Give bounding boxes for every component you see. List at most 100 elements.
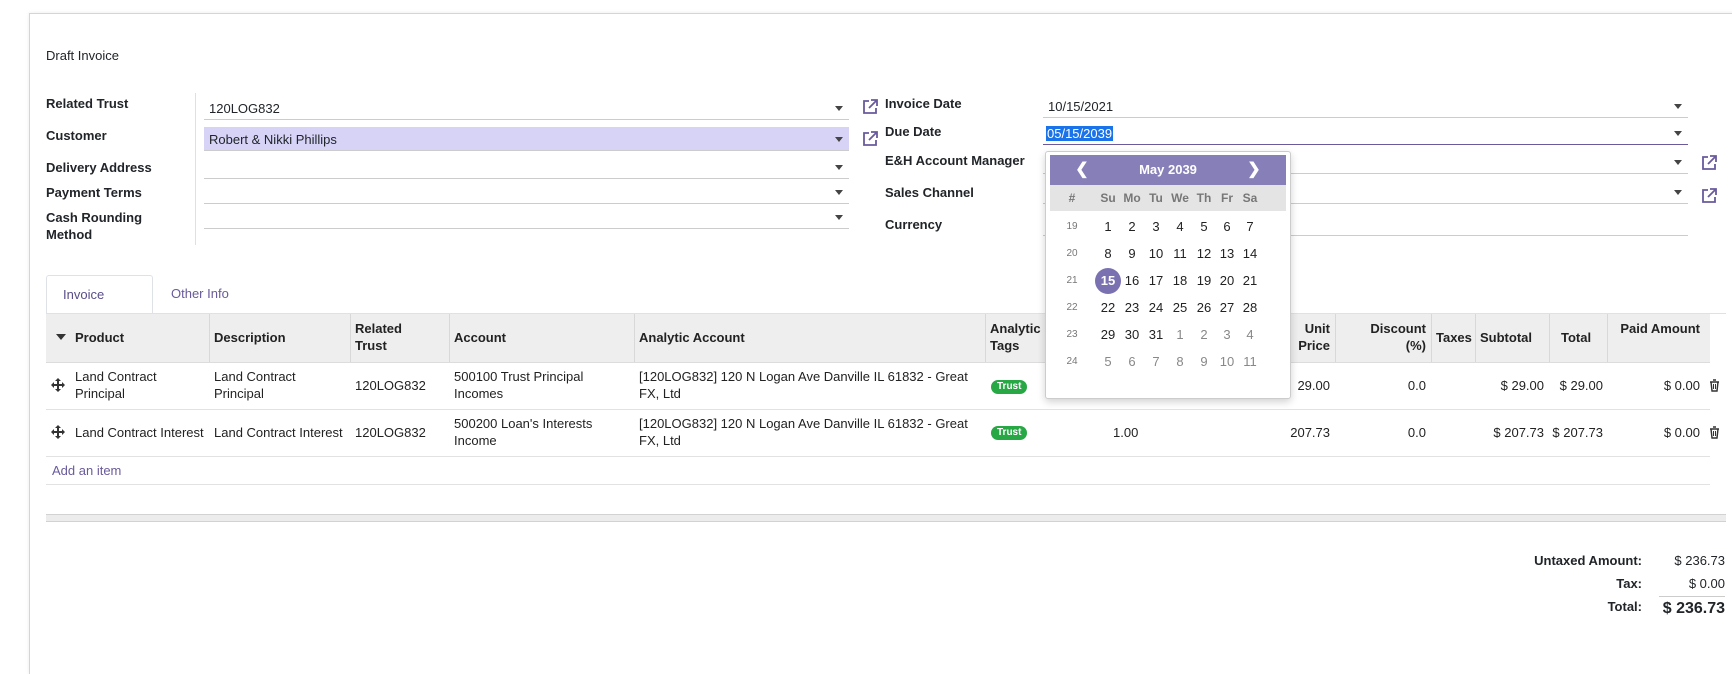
chevron-down-icon[interactable]	[835, 165, 843, 170]
row2-description[interactable]: Land Contract Interest	[214, 424, 343, 441]
calendar-day[interactable]: 23	[1119, 295, 1145, 321]
row1-account[interactable]: 500100 Trust Principal Incomes	[454, 368, 629, 402]
add-item-link[interactable]: Add an item	[52, 463, 121, 478]
calendar-day[interactable]: 5	[1095, 349, 1121, 375]
calendar-day[interactable]: 18	[1167, 268, 1193, 294]
calendar-day[interactable]: 4	[1167, 214, 1193, 240]
calendar-day[interactable]: 7	[1143, 349, 1169, 375]
chevron-down-icon[interactable]	[835, 190, 843, 195]
row2-related-trust[interactable]: 120LOG832	[355, 424, 426, 441]
calendar-day[interactable]: 24	[1143, 295, 1169, 321]
calendar-day[interactable]: 11	[1167, 241, 1193, 267]
calendar-day[interactable]: 1	[1095, 214, 1121, 240]
col-analytic-tags[interactable]: Analytic Tags	[990, 320, 1045, 354]
tab-invoice-lines[interactable]: Invoice Lines	[46, 275, 153, 340]
calendar-day[interactable]: 22	[1095, 295, 1121, 321]
col-taxes[interactable]: Taxes	[1436, 329, 1472, 346]
untaxed-value: $ 236.73	[1674, 553, 1725, 568]
chevron-down-icon[interactable]	[835, 215, 843, 220]
cash-rounding-field[interactable]	[204, 205, 849, 229]
col-subtotal[interactable]: Subtotal	[1480, 329, 1532, 346]
calendar-day[interactable]: 29	[1095, 322, 1121, 348]
col-discount[interactable]: Discount (%)	[1360, 320, 1426, 354]
tab-other-info[interactable]: Other Info	[155, 275, 245, 314]
calendar-day[interactable]: 30	[1119, 322, 1145, 348]
calendar-day[interactable]: 28	[1237, 295, 1263, 321]
calendar-day[interactable]: 3	[1143, 214, 1169, 240]
invoice-date-field[interactable]: 10/15/2021	[1043, 94, 1688, 118]
tag-badge[interactable]: Trust	[991, 426, 1028, 440]
calendar-day[interactable]: 31	[1143, 322, 1169, 348]
calendar-day[interactable]: 7	[1237, 214, 1263, 240]
row1-description[interactable]: Land Contract Principal	[214, 368, 344, 402]
row2-analytic-account[interactable]: [120LOG832] 120 N Logan Ave Danville IL …	[639, 415, 984, 449]
col-analytic-account[interactable]: Analytic Account	[639, 329, 745, 346]
row2-account[interactable]: 500200 Loan's Interests Income	[454, 415, 629, 449]
calendar-day[interactable]: 8	[1167, 349, 1193, 375]
week-number: 19	[1066, 221, 1078, 232]
col-description[interactable]: Description	[214, 329, 286, 346]
col-divider	[1431, 314, 1432, 362]
label-invoice-date: Invoice Date	[885, 96, 962, 111]
customer-field[interactable]: Robert & Nikki Phillips	[204, 127, 849, 151]
calendar-day[interactable]: 21	[1237, 268, 1263, 294]
row2-unit-price[interactable]: 207.73	[1260, 424, 1330, 441]
calendar-day[interactable]: 10	[1143, 241, 1169, 267]
row1-product[interactable]: Land Contract Principal	[75, 368, 205, 402]
tag-badge[interactable]: Trust	[991, 380, 1028, 394]
chevron-down-icon[interactable]	[1674, 190, 1682, 195]
row2-quantity[interactable]: 1.00	[1113, 424, 1138, 441]
col-account[interactable]: Account	[454, 329, 506, 346]
external-link-icon[interactable]	[1700, 187, 1718, 205]
label-customer: Customer	[46, 128, 107, 143]
calendar-day[interactable]: 4	[1237, 322, 1263, 348]
date-picker-header: ❮ May 2039 ❯	[1050, 155, 1286, 185]
chevron-down-icon[interactable]	[1674, 131, 1682, 136]
payment-terms-field[interactable]	[204, 180, 849, 204]
calendar-day[interactable]: 1	[1167, 322, 1193, 348]
row2-discount[interactable]: 0.0	[1360, 424, 1426, 441]
chevron-down-icon[interactable]	[1674, 160, 1682, 165]
label-account-manager: E&H Account Manager	[885, 153, 1025, 168]
week-number: 23	[1066, 329, 1078, 340]
row2-product[interactable]: Land Contract Interest	[75, 424, 204, 441]
calendar-day[interactable]: 6	[1119, 349, 1145, 375]
related-trust-value: 120LOG832	[209, 101, 280, 116]
calendar-day[interactable]: 2	[1119, 214, 1145, 240]
weekday-tu: Tu	[1149, 191, 1163, 205]
drag-handle-icon[interactable]	[51, 425, 65, 439]
row2-subtotal: $ 207.73	[1493, 425, 1544, 440]
drag-handle-icon[interactable]	[51, 378, 65, 392]
row1-discount[interactable]: 0.0	[1360, 377, 1426, 394]
col-related-trust[interactable]: Related Trust	[355, 320, 425, 354]
trash-icon[interactable]	[1709, 426, 1720, 439]
row1-analytic-account[interactable]: [120LOG832] 120 N Logan Ave Danville IL …	[639, 368, 984, 402]
calendar-day[interactable]: 11	[1237, 349, 1263, 375]
field-separator	[195, 93, 196, 245]
week-number-header: #	[1068, 191, 1076, 205]
external-link-icon[interactable]	[1700, 154, 1718, 172]
calendar-day[interactable]: 16	[1119, 268, 1145, 294]
calendar-day[interactable]: 8	[1095, 241, 1121, 267]
calendar-day[interactable]: 17	[1143, 268, 1169, 294]
chevron-down-icon[interactable]	[1674, 104, 1682, 109]
chevron-down-icon[interactable]	[835, 137, 843, 142]
calendar-day[interactable]: 25	[1167, 295, 1193, 321]
calendar-day[interactable]: 9	[1119, 241, 1145, 267]
trash-icon[interactable]	[1709, 379, 1720, 392]
chevron-down-icon[interactable]	[835, 106, 843, 111]
delivery-address-field[interactable]	[204, 155, 849, 179]
selected-day[interactable]: 15	[1095, 268, 1121, 294]
due-date-input[interactable]: 05/15/2039	[1043, 121, 1688, 145]
sort-caret-icon[interactable]	[56, 334, 66, 340]
col-total[interactable]: Total	[1561, 329, 1591, 346]
external-link-icon[interactable]	[861, 98, 879, 116]
col-paid-amount[interactable]: Paid Amount	[1620, 320, 1700, 337]
label-cash-rounding: Cash Rounding Method	[46, 210, 143, 242]
external-link-icon[interactable]	[861, 130, 879, 148]
related-trust-field[interactable]: 120LOG832	[204, 96, 849, 120]
col-product[interactable]: Product	[75, 329, 124, 346]
row1-related-trust[interactable]: 120LOG832	[355, 377, 426, 394]
calendar-day[interactable]: 14	[1237, 241, 1263, 267]
next-month-button[interactable]: ❯	[1242, 159, 1266, 181]
